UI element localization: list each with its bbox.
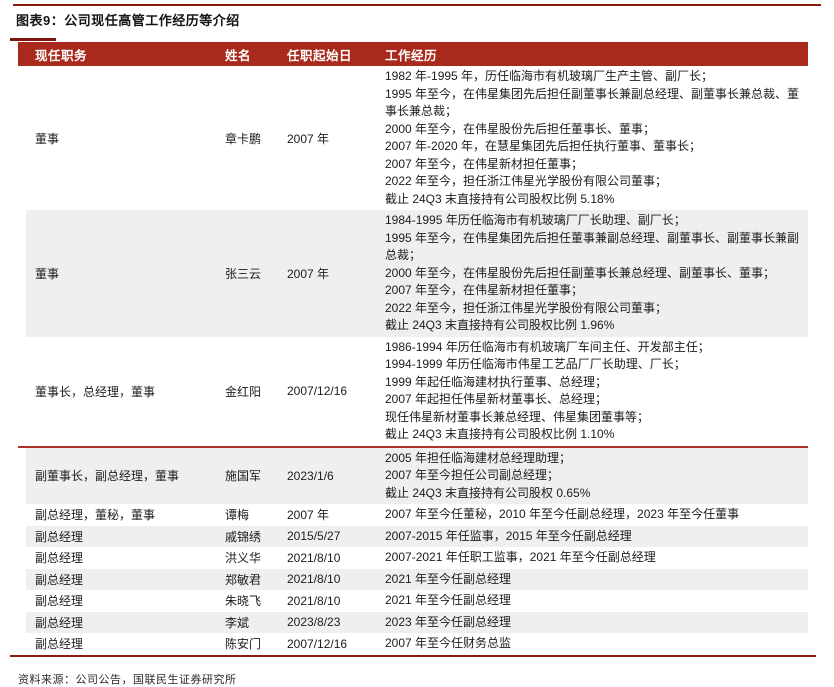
experience-line: 1995 年至今，在伟星集团先后担任副董事长兼副总经理、副董事长兼总裁、董事长兼… [385, 86, 800, 119]
cell-experience: 1982 年-1995 年，历任临海市有机玻璃厂生产主管、副厂长； 1995 年至… [385, 66, 808, 210]
experience-line: 2007 年至今，在伟星新材担任董事； [385, 156, 584, 171]
cell-experience: 1986-1994 年历任临海市有机玻璃厂车间主任、开发部主任； 1994-199… [385, 337, 808, 446]
cell-start-date: 2021/8/10 [287, 593, 341, 608]
cell-experience: 2007-2015 年任监事，2015 年至今任副总经理 [385, 526, 808, 548]
executives-table: 现任职务 姓名 任职起始日 工作经历 董事 章卡鹏 2007 年 1982 年-… [10, 38, 816, 657]
source-note: 资料来源：公司公告，国联民生证券研究所 [18, 674, 237, 686]
cell-position: 副总经理 [35, 572, 84, 587]
experience-line: 1982 年-1995 年，历任临海市有机玻璃厂生产主管、副厂长； [385, 69, 714, 83]
experience-line: 2005 年担任临海建材总经理助理； [385, 450, 572, 465]
table-row: 副董事长，副总经理，董事 施国军 2023/1/6 2005 年担任临海建材总经… [26, 447, 808, 505]
cell-start-date: 2015/5/27 [287, 529, 341, 544]
cell-name: 金红阳 [225, 384, 262, 399]
cell-experience: 2007 年至今任财务总监 [385, 633, 808, 655]
cell-experience: 2021 年至今任副总经理 [385, 590, 808, 612]
figure-title: 图表9：公司现任高管工作经历等介绍 [16, 13, 240, 28]
cell-name: 朱晓飞 [225, 594, 262, 609]
experience-line: 1984-1995 年历任临海市有机玻璃厂厂长助理、副厂长； [385, 213, 686, 227]
cell-start-date: 2007 年 [287, 131, 330, 146]
column-header-experience: 工作经历 [385, 48, 438, 63]
cell-experience: 2007 年至今任董秘，2010 年至今任副总经理，2023 年至今任董事 [385, 504, 808, 526]
cell-position: 副董事长，副总经理，董事 [35, 469, 180, 484]
experience-line: 现任伟星新材董事长兼总经理、伟星集团董事等； [385, 409, 650, 424]
report-figure: 图表9：公司现任高管工作经历等介绍 现任职务 姓名 任职起始日 工作经历 董事 … [0, 0, 834, 686]
table-row: 副总经理 郑敏君 2021/8/10 2021 年至今任副总经理 [26, 568, 808, 591]
cell-start-date: 2023/1/6 [287, 468, 334, 483]
column-header-start-date: 任职起始日 [287, 48, 353, 63]
cell-position: 副总经理 [35, 594, 84, 609]
cell-position: 副总经理 [35, 529, 84, 544]
table-row: 副总经理 朱晓飞 2021/8/10 2021 年至今任副总经理 [26, 590, 808, 612]
cell-start-date: 2007/12/16 [287, 384, 348, 398]
cell-name: 张三云 [225, 266, 262, 281]
cell-position: 董事 [35, 131, 60, 146]
cell-experience: 2007-2021 年任职工监事，2021 年至今任副总经理 [385, 547, 808, 569]
cell-name: 洪义华 [225, 551, 262, 566]
experience-line: 1986-1994 年历任临海市有机玻璃厂车间主任、开发部主任； [385, 339, 710, 354]
cell-name: 施国军 [225, 469, 262, 484]
cell-position: 董事 [35, 266, 60, 281]
cell-start-date: 2021/8/10 [287, 550, 341, 565]
table-header-row: 现任职务 姓名 任职起始日 工作经历 [18, 42, 808, 66]
table-bottom-rule [10, 654, 816, 657]
table-row: 副总经理 洪义华 2021/8/10 2007-2021 年任职工监事，2021… [26, 547, 808, 569]
cell-position: 副总经理，董秘，董事 [35, 508, 156, 523]
experience-line: 2000 年至今，在伟星股份先后担任董事长、董事； [385, 121, 656, 136]
table-row: 副总经理，董秘，董事 谭梅 2007 年 2007 年至今任董秘，2010 年至… [26, 504, 808, 526]
experience-line: 截止 24Q3 末直接持有公司股权比例 5.18% [385, 191, 615, 206]
table-row: 董事长，总经理，董事 金红阳 2007/12/16 1986-1994 年历任临… [26, 337, 808, 446]
top-rule [13, 4, 821, 6]
table-row: 副总经理 陈安门 2007/12/16 2007 年至今任财务总监 [26, 633, 808, 655]
cell-position: 副总经理 [35, 637, 84, 652]
experience-line: 2021 年至今任副总经理 [385, 571, 512, 586]
experience-line: 截止 24Q3 末直接持有公司股权比例 1.96% [385, 318, 615, 332]
experience-line: 2007-2021 年任职工监事，2021 年至今任副总经理 [385, 550, 656, 564]
column-header-position: 现任职务 [35, 48, 88, 63]
cell-name: 章卡鹏 [225, 131, 262, 146]
experience-line: 2022 年至今，担任浙江伟星光学股份有限公司董事； [385, 300, 668, 315]
cell-name: 戚锦绣 [225, 529, 262, 544]
cell-position: 副总经理 [35, 551, 84, 566]
experience-line: 1994-1999 年历任临海市伟星工艺品厂厂长助理、厂长； [385, 357, 686, 371]
experience-line: 2007 年至今任财务总监 [385, 636, 512, 650]
cell-start-date: 2007/12/16 [287, 636, 348, 651]
cell-start-date: 2023/8/23 [287, 615, 341, 630]
experience-line: 截止 24Q3 末直接持有公司股权 0.65% [385, 485, 591, 500]
column-header-name: 姓名 [225, 48, 252, 63]
table-row: 副总经理 李斌 2023/8/23 2023 年至今任副总经理 [26, 611, 808, 634]
experience-line: 2023 年至今任副总经理 [385, 614, 512, 629]
experience-line: 2007 年至今担任公司副总经理； [385, 468, 560, 482]
cell-experience: 1984-1995 年历任临海市有机玻璃厂厂长助理、副厂长； 1995 年至今，在… [385, 210, 808, 337]
cell-position: 董事长，总经理，董事 [35, 384, 156, 399]
experience-line: 2022 年至今，担任浙江伟星光学股份有限公司董事； [385, 174, 668, 188]
experience-line: 1995 年至今，在伟星集团先后担任董事兼副总经理、副董事长、副董事长兼副总裁； [385, 230, 800, 263]
cell-name: 陈安门 [225, 637, 262, 652]
cell-start-date: 2021/8/10 [287, 572, 341, 587]
cell-name: 谭梅 [225, 508, 250, 523]
experience-line: 2007 年-2020 年，在慧星集团先后担任执行董事、董事长； [385, 139, 702, 153]
header-accent-bar [10, 38, 56, 41]
table-row: 董事 章卡鹏 2007 年 1982 年-1995 年，历任临海市有机玻璃厂生产… [26, 66, 808, 210]
cell-name: 李斌 [225, 615, 250, 630]
cell-experience: 2023 年至今任副总经理 [385, 612, 808, 634]
cell-experience: 2021 年至今任副总经理 [385, 569, 808, 591]
table-body: 董事 章卡鹏 2007 年 1982 年-1995 年，历任临海市有机玻璃厂生产… [18, 66, 808, 655]
cell-experience: 2005 年担任临海建材总经理助理； 2007 年至今担任公司副总经理； 截止 24… [385, 448, 808, 505]
cell-start-date: 2007 年 [287, 508, 330, 523]
cell-position: 副总经理 [35, 615, 84, 630]
cell-name: 郑敏君 [225, 572, 262, 587]
experience-line: 2007 年至今任董秘，2010 年至今任副总经理，2023 年至今任董事 [385, 507, 740, 521]
experience-line: 1999 年起任临海建材执行董事、总经理； [385, 374, 608, 389]
experience-line: 2021 年至今任副总经理 [385, 593, 512, 607]
table-row: 董事 张三云 2007 年 1984-1995 年历任临海市有机玻璃厂厂长助理、… [26, 210, 808, 337]
table-row: 副总经理 戚锦绣 2015/5/27 2007-2015 年任监事，2015 年… [26, 525, 808, 548]
experience-line: 2000 年至今，在伟星股份先后担任副董事长兼总经理、副董事长、董事； [385, 265, 776, 280]
experience-line: 截止 24Q3 末直接持有公司股权比例 1.10% [385, 427, 615, 441]
experience-line: 2007 年至今，在伟星新材担任董事； [385, 283, 584, 297]
experience-line: 2007 年起担任伟星新材董事长、总经理； [385, 392, 608, 406]
cell-start-date: 2007 年 [287, 266, 330, 281]
experience-line: 2007-2015 年任监事，2015 年至今任副总经理 [385, 528, 632, 543]
